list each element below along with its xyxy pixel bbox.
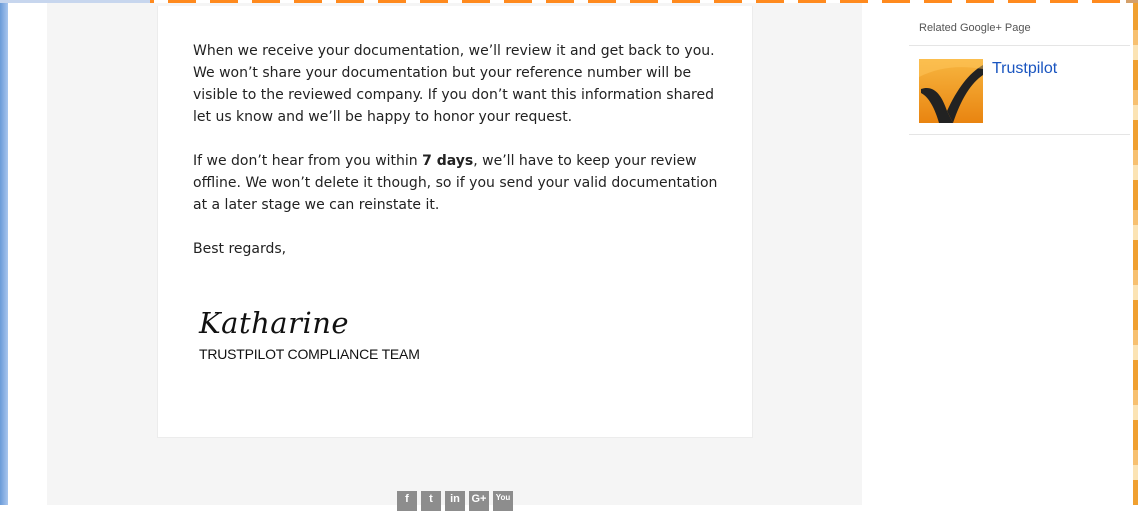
trustpilot-page-link[interactable]: Trustpilot bbox=[992, 60, 1057, 78]
signature: Katharine bbox=[199, 306, 350, 340]
window-left-edge bbox=[0, 0, 8, 505]
trustpilot-logo[interactable] bbox=[919, 59, 983, 123]
email-closing: Best regards, bbox=[193, 241, 287, 257]
related-page-label: Related Google+ Page bbox=[919, 22, 1031, 34]
email-paragraph-1: When we receive your documentation, we’l… bbox=[193, 43, 715, 125]
divider bbox=[909, 45, 1130, 46]
divider bbox=[909, 134, 1130, 135]
trustpilot-logo-image bbox=[919, 59, 983, 123]
email-paragraph-2: If we don’t hear from you within 7 days,… bbox=[193, 150, 723, 216]
team-name: TRUSTPILOT COMPLIANCE TEAM bbox=[199, 346, 420, 362]
email-body: When we receive your documentation, we’l… bbox=[193, 40, 723, 282]
facebook-icon[interactable]: f bbox=[397, 491, 417, 511]
email-background: When we receive your documentation, we’l… bbox=[47, 3, 862, 511]
paragraph-2-text-start: If we don’t hear from you within bbox=[193, 153, 423, 169]
email-card: When we receive your documentation, we’l… bbox=[157, 6, 753, 438]
google-plus-icon[interactable]: G+ bbox=[469, 491, 489, 511]
youtube-icon[interactable]: You bbox=[493, 491, 513, 511]
right-edge-mark bbox=[1126, 0, 1138, 3]
related-page-panel: Related Google+ Page Trustpilot bbox=[909, 3, 1130, 135]
twitter-icon[interactable]: t bbox=[421, 491, 441, 511]
deadline-days: 7 days bbox=[422, 153, 474, 169]
social-links: f t in G+ You bbox=[397, 491, 513, 511]
window-right-edge bbox=[1133, 0, 1138, 505]
linkedin-icon[interactable]: in bbox=[445, 491, 465, 511]
